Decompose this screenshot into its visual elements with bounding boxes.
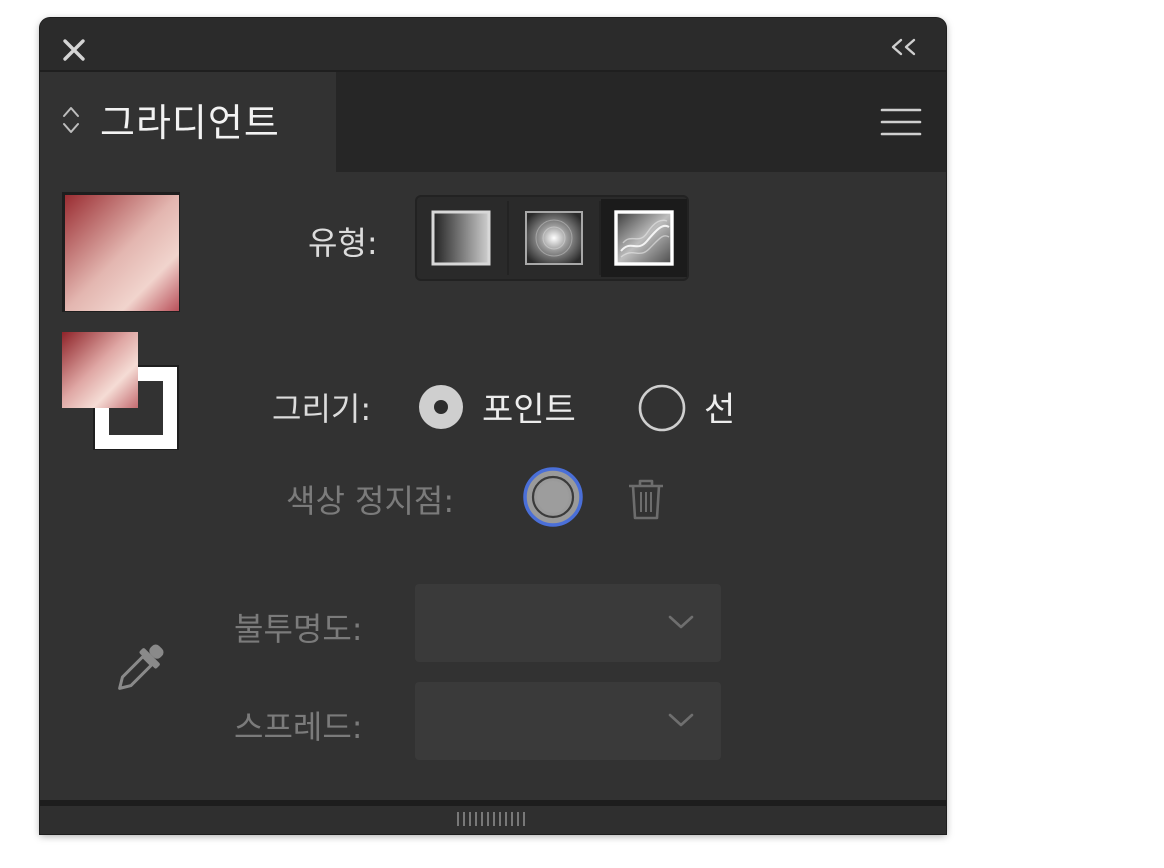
draw-option-point[interactable]: 포인트 — [418, 380, 598, 432]
color-stop-icon[interactable] — [522, 466, 584, 528]
tab-gradient[interactable]: 그라디언트 — [40, 72, 336, 172]
spread-label: 스프레드: — [234, 708, 363, 746]
panel-title: 그라디언트 — [100, 101, 280, 145]
fill-stroke-swatches — [62, 192, 180, 450]
panel-footer — [40, 806, 946, 834]
type-separator — [507, 201, 509, 275]
resize-grip-icon[interactable] — [454, 810, 530, 828]
freeform-gradient-icon — [614, 210, 674, 266]
color-stop-label: 색상 정지점: — [286, 482, 455, 520]
panel-switch-stepper-icon[interactable] — [60, 104, 82, 136]
trash-icon[interactable] — [626, 476, 666, 522]
freeform-gradient-button[interactable] — [601, 199, 687, 277]
radial-gradient-icon — [525, 211, 583, 265]
gradient-type-group — [415, 195, 689, 281]
draw-option-line[interactable]: 선 — [638, 380, 758, 432]
spread-dropdown[interactable] — [415, 682, 721, 760]
panel-tab-row: 그라디언트 — [40, 72, 946, 172]
draw-label: 그리기: — [272, 390, 372, 428]
linear-gradient-icon — [431, 210, 491, 266]
eyedropper-icon[interactable] — [102, 634, 174, 706]
radio-selected-icon — [419, 385, 463, 429]
collapse-panel-icon[interactable] — [890, 38, 918, 56]
draw-option-line-label: 선 — [704, 390, 736, 430]
type-label: 유형: — [308, 224, 378, 262]
chevron-down-icon — [668, 713, 694, 727]
opacity-dropdown[interactable] — [415, 584, 721, 662]
panel-titlebar — [40, 18, 946, 72]
fill-swatch[interactable] — [62, 332, 138, 408]
chevron-down-icon — [668, 615, 694, 629]
hamburger-menu-icon[interactable] — [880, 106, 922, 138]
radial-gradient-button[interactable] — [511, 199, 597, 277]
draw-option-point-label: 포인트 — [482, 390, 576, 430]
opacity-label: 불투명도: — [234, 610, 363, 648]
gradient-panel: 그라디언트 유형: 그리기: 포인트 선 색상 정지점: 불투명도: 스프레드: — [40, 18, 946, 834]
radio-unselected-icon — [638, 384, 686, 432]
close-icon[interactable] — [62, 38, 86, 62]
linear-gradient-button[interactable] — [419, 199, 505, 277]
